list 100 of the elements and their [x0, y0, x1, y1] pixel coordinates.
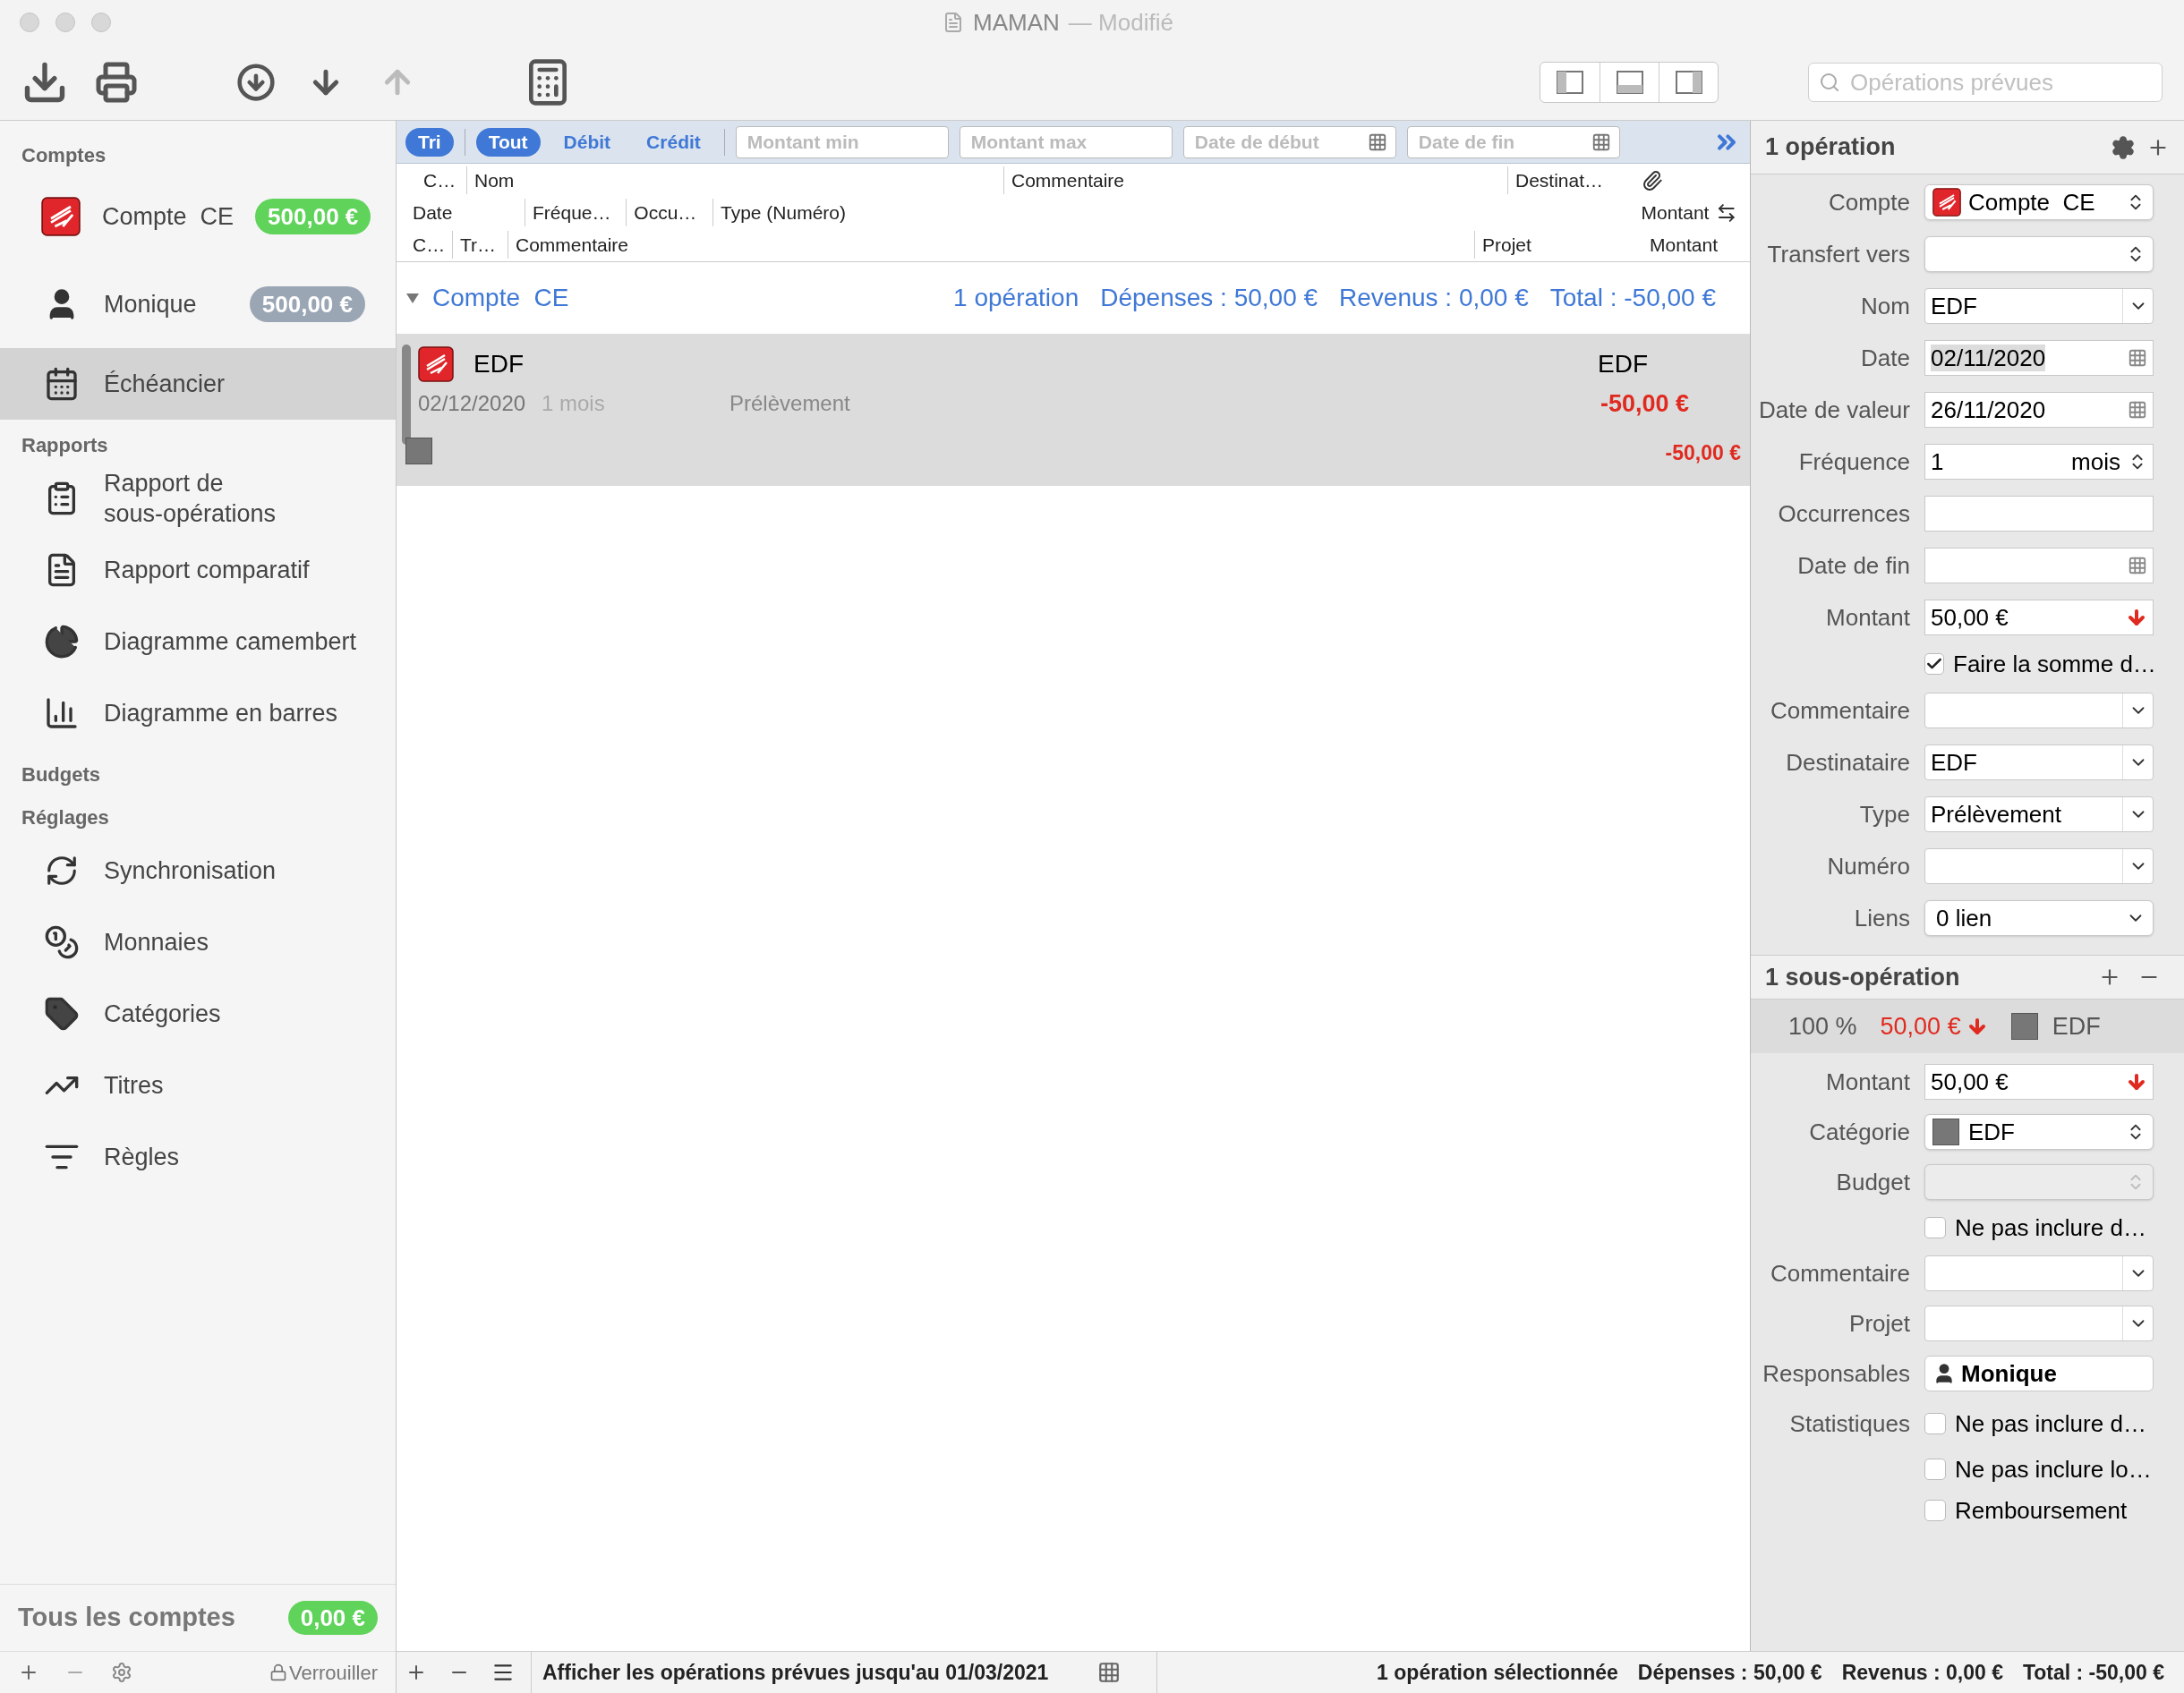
field-label: Budget [1836, 1167, 1910, 1197]
date-field[interactable]: 02/11/2020 [1924, 340, 2154, 376]
field-label: Type [1859, 799, 1910, 829]
sidebar-item[interactable]: Règles [0, 1121, 396, 1193]
column-header[interactable]: Type (Numéro) [712, 198, 1584, 227]
panel-layout-icon[interactable] [1557, 71, 1583, 94]
column-header[interactable]: Commentaire [508, 230, 1474, 259]
amount-field[interactable]: 50,00 € [1924, 600, 2154, 635]
calendar-icon[interactable] [1097, 1661, 1121, 1684]
drag-handle[interactable] [402, 345, 411, 445]
checkbox[interactable]: Ne pas inclure d… [1924, 1406, 2154, 1442]
combo-field[interactable]: Prélèvement [1924, 796, 2154, 832]
column-header[interactable]: Montant [1583, 198, 1717, 227]
category-swatch [2010, 1013, 2038, 1040]
sidebar-item[interactable]: Catégories [0, 978, 396, 1050]
coins-icon [44, 924, 80, 960]
sidebar-item[interactable]: Rapport comparatif [0, 534, 396, 606]
sidebar-item[interactable]: Compte CE 500,00 € [0, 173, 396, 260]
sidebar-item[interactable]: Monnaies [0, 906, 396, 978]
popup-button[interactable]: 0 lien [1924, 900, 2154, 936]
sidebar-label: Catégories [104, 1000, 222, 1029]
column-header[interactable]: Tr… [452, 230, 508, 259]
field-label: Fréquence [1798, 447, 1910, 477]
column-header[interactable]: Nom [466, 166, 1003, 195]
text-field[interactable] [1924, 496, 2154, 532]
field-label: Catégorie [1809, 1117, 1910, 1147]
checkbox[interactable]: Ne pas inclure lo… [1924, 1451, 2154, 1487]
sidebar-item[interactable]: Synchronisation [0, 835, 396, 906]
combo-field[interactable] [1924, 848, 2154, 884]
calendar-icon[interactable] [2128, 400, 2147, 420]
checkbox[interactable]: Remboursement [1924, 1493, 2154, 1528]
operation-date: 02/12/2020 [418, 390, 527, 417]
balance-badge: 500,00 € [255, 199, 371, 234]
sidebar-item[interactable]: Diagramme en barres [0, 677, 396, 749]
checkbox[interactable]: Faire la somme d… [1924, 646, 2154, 682]
filter-tab[interactable]: Tout [475, 127, 541, 157]
section-heading: Budgets [21, 761, 101, 787]
view-toggle[interactable] [1540, 62, 1719, 103]
field-label: Compte [1828, 187, 1910, 217]
date-field[interactable] [1924, 548, 2154, 583]
operation-payee: EDF [1598, 349, 1649, 379]
column-header[interactable]: Montant [1600, 230, 1725, 259]
search-field[interactable]: Opérations prévues [1808, 63, 2163, 102]
column-header[interactable]: C… [405, 166, 466, 195]
column-header[interactable]: C… [405, 230, 452, 259]
date-field[interactable]: 26/11/2020 [1924, 392, 2154, 428]
filter-field[interactable]: Montant max [959, 125, 1173, 158]
field-label: Transfert vers [1767, 239, 1910, 269]
group-count: 1 opération [953, 283, 1079, 313]
sidebar-item[interactable]: Monique 500,00 € [0, 260, 396, 348]
panel-layout-icon[interactable] [1675, 71, 1702, 94]
combo-field[interactable] [1924, 693, 2154, 728]
select-field[interactable] [1924, 236, 2154, 272]
window-title: MAMAN [973, 7, 1060, 38]
combo-field[interactable]: EDF [1924, 288, 2154, 324]
calendar-icon[interactable] [1367, 132, 1387, 152]
select-field[interactable]: EDF [1924, 1114, 2154, 1150]
filter-field[interactable]: Date de début [1182, 125, 1396, 158]
calendar-icon [44, 366, 80, 402]
column-header[interactable]: Commentaire [1003, 166, 1507, 195]
combo-field[interactable]: EDF [1924, 744, 2154, 780]
frequency-field[interactable]: 1 mois [1924, 444, 2154, 480]
calendar-icon[interactable] [2128, 348, 2147, 368]
sidebar-label: Compte CE [102, 202, 235, 232]
amount-field[interactable]: 50,00 € [1924, 1064, 2154, 1100]
status-text: Dépenses : 50,00 € [1637, 1659, 1822, 1686]
filter-field[interactable]: Date de fin [1406, 125, 1620, 158]
arrow-down-icon [2126, 607, 2147, 628]
group-income: Revenus : 0,00 € [1339, 283, 1529, 313]
account-select[interactable]: Compte CE [1924, 184, 2154, 220]
person-button[interactable]: Monique [1924, 1356, 2154, 1391]
sidebar-item[interactable]: Titres [0, 1050, 396, 1121]
all-accounts-label: Tous les comptes [18, 1602, 235, 1634]
group-total: Total : -50,00 € [1549, 283, 1716, 313]
column-header[interactable]: Occu… [626, 198, 712, 227]
calendar-icon[interactable] [1591, 132, 1611, 152]
sidebar-item[interactable]: Rapport de sous-opérations [0, 463, 396, 534]
column-header[interactable]: Date [405, 198, 525, 227]
checkbox[interactable]: Ne pas inclure d… [1924, 1210, 2154, 1246]
combo-field[interactable] [1924, 1255, 2154, 1291]
column-header[interactable]: Projet [1474, 230, 1600, 259]
transfer-icon[interactable] [1716, 201, 1737, 224]
sidebar-item[interactable]: Diagramme camembert [0, 606, 396, 677]
paperclip-icon[interactable] [1642, 169, 1663, 191]
sidebar-label: Monique [104, 290, 198, 319]
field-label: Statistiques [1789, 1408, 1910, 1439]
arrow-down-circle-icon[interactable] [236, 63, 276, 102]
lock-icon [269, 1663, 287, 1681]
sidebar-item[interactable]: Échéancier [0, 348, 396, 420]
filter-field[interactable]: Montant min [735, 125, 949, 158]
column-header[interactable]: Destinat… [1507, 166, 1642, 195]
lock-button[interactable]: Verrouiller [269, 1657, 378, 1688]
print-icon[interactable] [95, 61, 138, 104]
sidebar-label: Diagramme camembert [104, 627, 358, 657]
calendar-icon[interactable] [2128, 556, 2147, 575]
panel-layout-icon[interactable] [1616, 71, 1643, 94]
disclosure-icon[interactable] [405, 291, 420, 305]
combo-field[interactable] [1924, 1306, 2154, 1341]
sort-button[interactable]: Tri [405, 127, 454, 157]
column-header[interactable]: Fréque… [525, 198, 627, 227]
